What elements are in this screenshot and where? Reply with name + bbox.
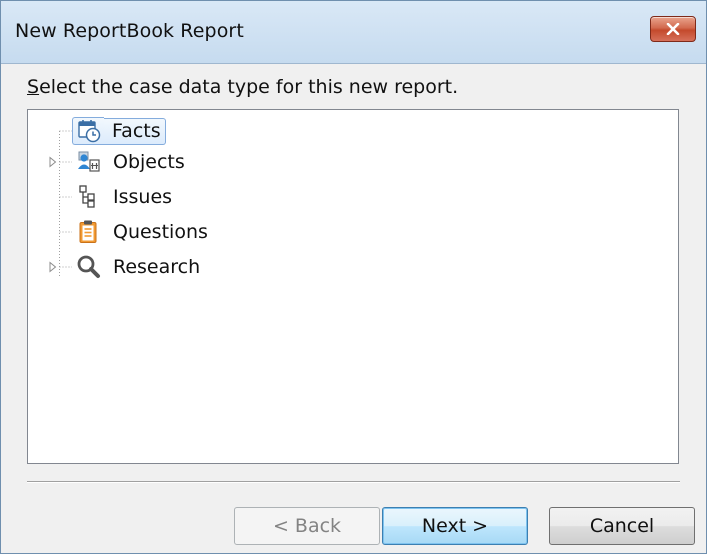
dialog-body: Select the case data type for this new r… xyxy=(1,64,706,553)
tree-item-objects[interactable]: Objects xyxy=(72,147,190,177)
title-bar[interactable]: New ReportBook Report xyxy=(1,1,706,64)
case-data-type-tree[interactable]: Facts Objects Issues Questions Research xyxy=(27,109,679,464)
tree-item-label: Questions xyxy=(113,220,208,243)
magnifier-icon xyxy=(77,255,100,278)
tree-item-research[interactable]: Research xyxy=(72,252,205,282)
button-separator xyxy=(27,481,680,483)
next-button[interactable]: Next > xyxy=(382,507,528,545)
instruction-text: Select the case data type for this new r… xyxy=(27,76,458,98)
back-button[interactable]: < Back xyxy=(234,507,380,545)
cancel-button[interactable]: Cancel xyxy=(549,507,695,545)
tree-item-label: Facts xyxy=(104,117,166,145)
dialog-window: New ReportBook Report Select the case da… xyxy=(0,0,707,554)
calendar-clock-icon xyxy=(77,120,100,143)
tree-item-questions[interactable]: Questions xyxy=(72,217,213,247)
hierarchy-icon xyxy=(79,185,95,208)
clipboard-icon xyxy=(79,220,97,243)
tree-item-label: Research xyxy=(113,255,201,278)
tree-item-issues[interactable]: Issues xyxy=(72,182,177,212)
objects-expander-icon[interactable] xyxy=(48,156,58,168)
tree-item-facts[interactable]: Facts xyxy=(72,116,166,146)
people-building-icon xyxy=(78,151,100,172)
close-x-icon xyxy=(666,23,680,35)
research-expander-icon[interactable] xyxy=(48,261,58,273)
window-title: New ReportBook Report xyxy=(15,20,244,42)
tree-item-label: Issues xyxy=(113,185,173,208)
instruction-rest: elect the case data type for this new re… xyxy=(39,76,459,98)
close-button[interactable] xyxy=(650,16,696,42)
instruction-mnemonic: S xyxy=(27,76,40,98)
tree-item-label: Objects xyxy=(113,150,185,173)
